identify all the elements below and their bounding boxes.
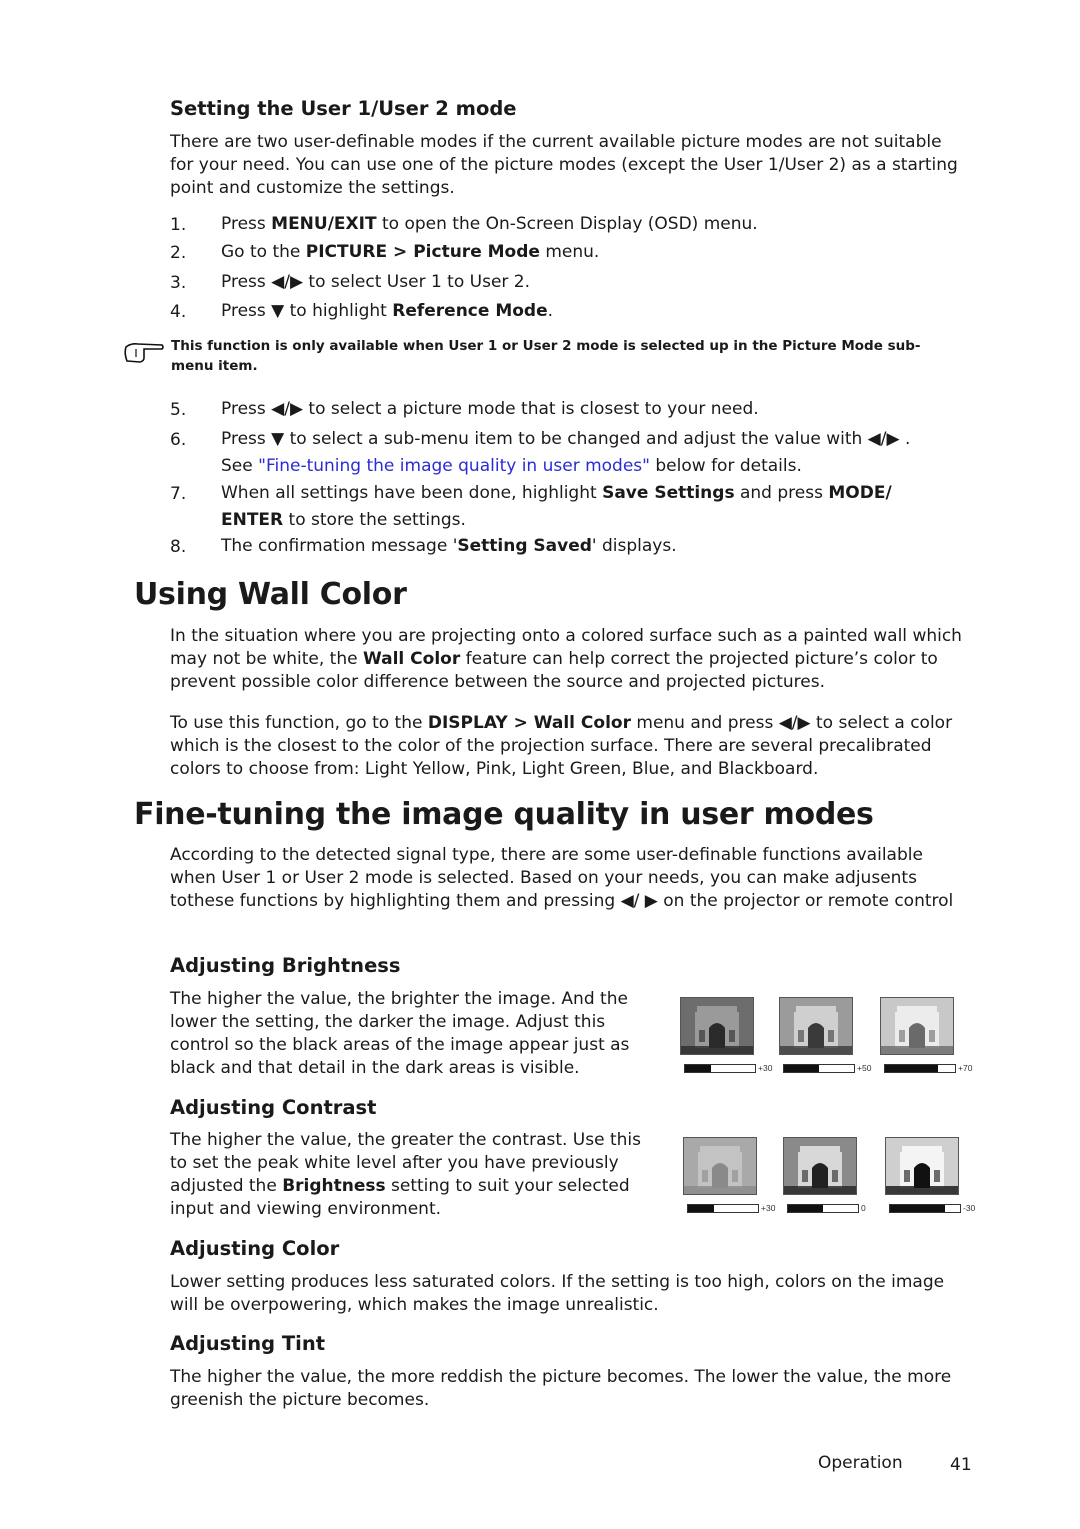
heading-contrast: Adjusting Contrast — [170, 1096, 377, 1119]
step-1: Press MENU/EXIT to open the On-Screen Di… — [221, 214, 758, 234]
value-bar — [684, 1064, 756, 1073]
step-5: Press ◀/▶ to select a picture mode that … — [221, 399, 759, 419]
color-text: Lower setting produces less saturated co… — [170, 1272, 945, 1315]
step-number: 8. — [170, 537, 187, 557]
value-bar-fill — [890, 1205, 945, 1212]
value-bar — [787, 1204, 859, 1213]
contrast-text: The higher the value, the greater the co… — [170, 1130, 641, 1219]
link-fine-tuning[interactable]: "Fine-tuning the image quality in user m… — [258, 456, 650, 476]
value-bar — [687, 1204, 759, 1213]
pointing-hand-icon — [122, 337, 166, 369]
step-2: Go to the PICTURE > Picture Mode menu. — [221, 242, 600, 262]
arch-sample-image — [880, 997, 954, 1055]
heading-wall-color: Using Wall Color — [134, 577, 407, 612]
note-text: This function is only available when Use… — [171, 338, 921, 374]
step-4: Press ▼ to highlight Reference Mode. — [221, 301, 554, 321]
value-bar — [889, 1204, 961, 1213]
value-bar — [783, 1064, 855, 1073]
value-bar-fill — [688, 1205, 714, 1212]
value-label: +70 — [958, 1063, 973, 1073]
heading-brightness: Adjusting Brightness — [170, 954, 401, 977]
value-bar-fill — [788, 1205, 823, 1212]
value-bar-fill — [784, 1065, 819, 1072]
value-bar — [884, 1064, 956, 1073]
step-number: 6. — [170, 430, 187, 450]
value-label: +30 — [758, 1063, 773, 1073]
step-7: When all settings have been done, highli… — [221, 483, 892, 530]
value-label: +30 — [761, 1203, 776, 1213]
wall-color-paragraph-2: To use this function, go to the DISPLAY … — [170, 713, 953, 779]
step-6: Press ▼ to select a sub-menu item to be … — [221, 429, 911, 476]
footer-section: Operation — [818, 1453, 903, 1473]
heading-tint: Adjusting Tint — [170, 1332, 326, 1355]
heading-color: Adjusting Color — [170, 1237, 340, 1260]
arch-sample-image — [885, 1137, 959, 1195]
heading-fine-tuning: Fine-tuning the image quality in user mo… — [134, 797, 874, 832]
value-label: +50 — [857, 1063, 872, 1073]
value-bar-fill — [885, 1065, 939, 1072]
step-number: 4. — [170, 302, 187, 322]
arch-sample-image — [683, 1137, 757, 1195]
step-number: 1. — [170, 215, 187, 235]
tint-text: The higher the value, the more reddish t… — [170, 1367, 952, 1410]
arch-sample-image — [680, 997, 754, 1055]
step-number: 5. — [170, 400, 187, 420]
value-label: -30 — [963, 1203, 976, 1213]
step-number: 3. — [170, 273, 187, 293]
fine-tuning-intro: According to the detected signal type, t… — [170, 845, 954, 911]
step-number: 7. — [170, 484, 187, 504]
step-3: Press ◀/▶ to select User 1 to User 2. — [221, 272, 531, 292]
arch-sample-image — [779, 997, 853, 1055]
arch-sample-image — [783, 1137, 857, 1195]
step-number: 2. — [170, 243, 187, 263]
intro-user-mode: There are two user-definable modes if th… — [170, 132, 958, 198]
value-label: 0 — [861, 1203, 866, 1213]
heading-user-mode: Setting the User 1/User 2 mode — [170, 97, 517, 120]
page-number: 41 — [950, 1455, 972, 1475]
wall-color-paragraph-1: In the situation where you are projectin… — [170, 626, 962, 692]
step-8: The confirmation message 'Setting Saved'… — [221, 536, 677, 556]
brightness-text: The higher the value, the brighter the i… — [170, 989, 630, 1078]
value-bar-fill — [685, 1065, 711, 1072]
